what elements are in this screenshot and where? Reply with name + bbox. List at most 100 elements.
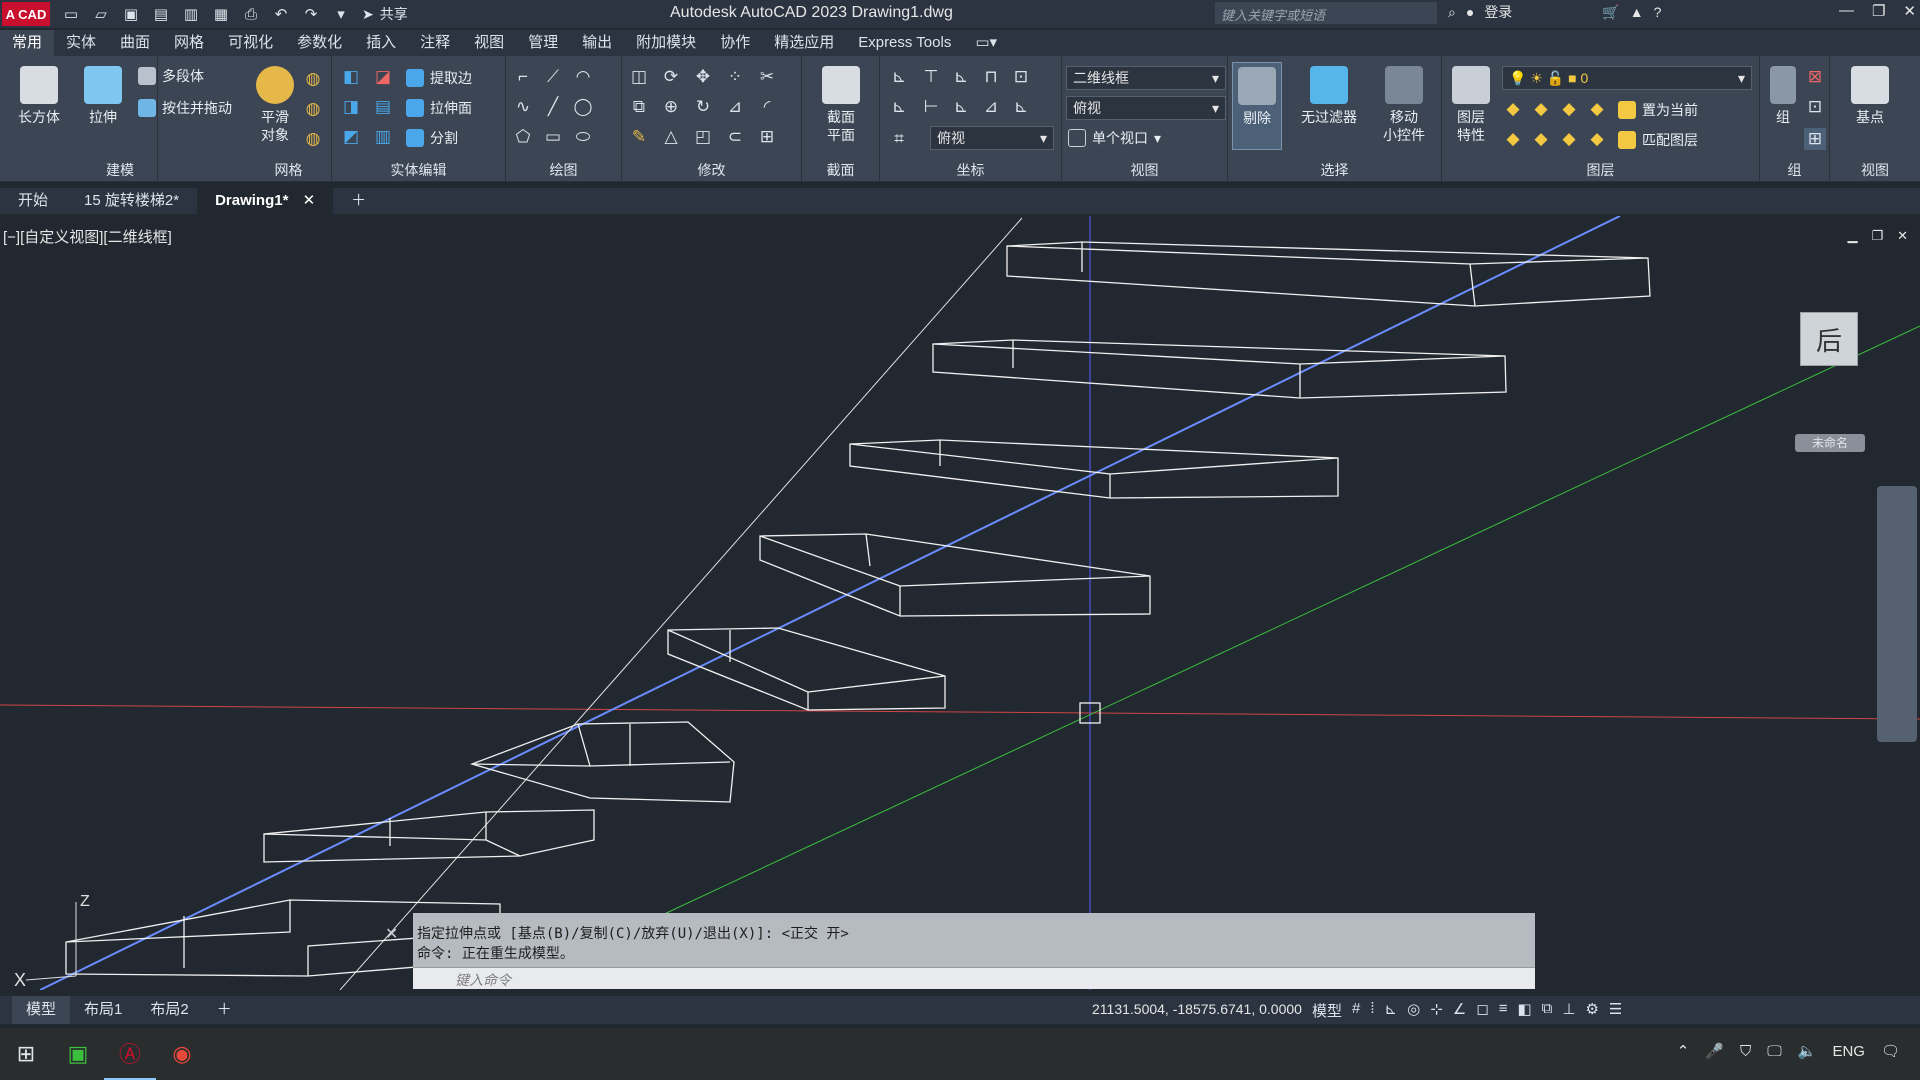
erase-icon[interactable]: ✎ bbox=[628, 126, 650, 148]
trim-icon[interactable]: ✂ bbox=[756, 66, 778, 88]
base-view-button[interactable]: 基点 bbox=[1840, 66, 1900, 126]
box-button[interactable]: 长方体 bbox=[12, 66, 66, 126]
osnap-icon[interactable]: ⊹ bbox=[1430, 1000, 1443, 1021]
mirror-icon[interactable]: ◫ bbox=[628, 66, 650, 88]
close-icon[interactable]: ✕ bbox=[1903, 2, 1916, 20]
3d-align-icon[interactable]: △ bbox=[660, 126, 682, 148]
windows-start-icon[interactable]: ⊞ bbox=[0, 1028, 52, 1080]
panel-title-selection[interactable]: 选择 bbox=[1228, 160, 1441, 180]
customize-dropdown-icon[interactable]: ▾ bbox=[330, 4, 352, 24]
interfere-icon[interactable]: ◪ bbox=[372, 66, 394, 88]
save-icon[interactable]: ▣ bbox=[120, 4, 142, 24]
restore-icon[interactable]: ❐ bbox=[1872, 2, 1885, 20]
rectangle-icon[interactable]: ▭ bbox=[542, 126, 564, 148]
panel-title-coords[interactable]: 坐标 bbox=[880, 160, 1061, 180]
stretch-icon[interactable]: ◰ bbox=[692, 126, 714, 148]
presspull-button[interactable]: 按住并拖动 bbox=[138, 98, 232, 118]
extrude-button[interactable]: 拉伸 bbox=[76, 66, 130, 126]
set-current-button[interactable]: 置为当前 bbox=[1618, 100, 1698, 120]
minimize-icon[interactable]: — bbox=[1839, 2, 1854, 20]
slice-icon[interactable]: ▤ bbox=[372, 96, 394, 118]
intersect-icon[interactable]: ◩ bbox=[340, 126, 362, 148]
ucs-y-icon[interactable]: ⊾ bbox=[950, 96, 972, 118]
file-tab-drawing1[interactable]: Drawing1* ✕ bbox=[197, 188, 334, 214]
ortho-icon[interactable]: ⊾ bbox=[1385, 1000, 1398, 1021]
polysolid-button[interactable]: 多段体 bbox=[138, 66, 204, 86]
circle-icon[interactable]: ◯ bbox=[572, 96, 594, 118]
layer-tool-6-icon[interactable]: ◆ bbox=[1530, 128, 1552, 150]
ellipse-icon[interactable]: ⬭ bbox=[572, 126, 594, 148]
layer-dropdown[interactable]: 💡 ☀ 🔓 ■ 0 ▾ bbox=[1502, 66, 1752, 90]
model-space-button[interactable]: 模型 bbox=[1312, 1000, 1342, 1021]
move-icon[interactable]: ✥ bbox=[692, 66, 714, 88]
layer-tool-2-icon[interactable]: ◆ bbox=[1530, 98, 1552, 120]
ucs-world-icon[interactable]: ⊤ bbox=[920, 66, 942, 88]
mesh-tool-3-icon[interactable]: ◍ bbox=[302, 128, 324, 150]
panel-title-mesh[interactable]: 网格 bbox=[246, 160, 331, 180]
tab-mesh[interactable]: 网格 bbox=[162, 30, 216, 56]
view-dropdown[interactable]: 俯视 ▾ bbox=[1066, 96, 1226, 120]
vp-restore-icon[interactable]: ❐ bbox=[1871, 228, 1883, 244]
tab-express-tools[interactable]: Express Tools bbox=[846, 30, 963, 56]
viewport-controls-label[interactable]: [−][自定义视图][二维线框] bbox=[3, 226, 172, 247]
transparency-icon[interactable]: ◧ bbox=[1517, 1000, 1531, 1021]
navigation-bar[interactable] bbox=[1877, 486, 1917, 742]
new-tab-icon[interactable]: ＋ bbox=[333, 188, 384, 214]
3d-rotate-icon[interactable]: ⟳ bbox=[660, 66, 682, 88]
notification-icon[interactable]: 🗨 bbox=[1881, 1042, 1900, 1060]
mesh-tool-1-icon[interactable]: ◍ bbox=[302, 68, 324, 90]
culling-button[interactable]: 剔除 bbox=[1232, 62, 1282, 150]
tab-addins[interactable]: 附加模块 bbox=[624, 30, 708, 56]
microphone-icon[interactable]: 🎤 bbox=[1705, 1042, 1724, 1060]
subtract-icon[interactable]: ◨ bbox=[340, 96, 362, 118]
add-layout-icon[interactable]: ＋ bbox=[203, 996, 246, 1024]
arc-icon[interactable]: ◠ bbox=[572, 66, 594, 88]
offset-icon[interactable]: ⊂ bbox=[724, 126, 746, 148]
thicken-icon[interactable]: ▥ bbox=[372, 126, 394, 148]
no-filter-button[interactable]: 无过滤器 bbox=[1290, 66, 1368, 126]
polar-icon[interactable]: ◎ bbox=[1407, 1000, 1420, 1021]
camtasia-icon[interactable]: ▣ bbox=[52, 1028, 104, 1080]
ucs-z-icon[interactable]: ⊿ bbox=[980, 96, 1002, 118]
search-icon[interactable]: ⌕ bbox=[1448, 4, 1456, 21]
layout-tab-layout2[interactable]: 布局2 bbox=[136, 996, 202, 1024]
autodesk-icon[interactable]: ▲ bbox=[1630, 4, 1644, 20]
drawing-viewport[interactable]: Z X [−][自定义视图][二维线框] ▁ ❐ ✕ 后 未命名 bbox=[0, 216, 1920, 990]
ucs-view-dropdown[interactable]: 俯视 ▾ bbox=[930, 126, 1054, 150]
tab-surface[interactable]: 曲面 bbox=[108, 30, 162, 56]
wcs-menu[interactable]: 未命名 bbox=[1795, 434, 1865, 452]
viewport-config-button[interactable]: 单个视口 ▾ bbox=[1068, 128, 1161, 148]
line-icon[interactable]: ⌐ bbox=[512, 66, 534, 88]
ucs-face-icon[interactable]: ⊡ bbox=[1010, 66, 1032, 88]
panel-title-view[interactable]: 视图 bbox=[1062, 160, 1227, 180]
copy-icon[interactable]: ⧉ bbox=[628, 96, 650, 118]
ucs-icon-props-icon[interactable]: ⌗ bbox=[888, 128, 910, 150]
panel-title-modify[interactable]: 修改 bbox=[622, 160, 801, 180]
line2-icon[interactable]: ╱ bbox=[542, 96, 564, 118]
export-icon[interactable]: ▦ bbox=[210, 4, 232, 24]
tab-solid[interactable]: 实体 bbox=[54, 30, 108, 56]
layer-properties-button[interactable]: 图层 特性 bbox=[1446, 66, 1496, 144]
layer-tool-5-icon[interactable]: ◆ bbox=[1502, 128, 1524, 150]
user-icon[interactable]: ● bbox=[1466, 4, 1474, 20]
vp-close-icon[interactable]: ✕ bbox=[1897, 228, 1908, 244]
layout-tab-model[interactable]: 模型 bbox=[12, 996, 71, 1024]
save-as-icon[interactable]: ▤ bbox=[150, 4, 172, 24]
spline-icon[interactable]: ∿ bbox=[512, 96, 534, 118]
fillet-icon[interactable]: ◜ bbox=[756, 96, 778, 118]
volume-icon[interactable]: 🔈 bbox=[1798, 1042, 1817, 1060]
group-select-icon[interactable]: ⊞ bbox=[1804, 128, 1826, 150]
layer-tool-8-icon[interactable]: ◆ bbox=[1586, 128, 1608, 150]
panel-title-draw[interactable]: 绘图 bbox=[506, 160, 621, 180]
redo-icon[interactable]: ↷ bbox=[300, 4, 322, 24]
match-layer-button[interactable]: 匹配图层 bbox=[1618, 130, 1698, 150]
file-tab-stair[interactable]: 15 旋转楼梯2* bbox=[66, 188, 197, 214]
polyline-icon[interactable]: ⟋ bbox=[542, 66, 564, 88]
panel-title-layers[interactable]: 图层 bbox=[1442, 160, 1759, 180]
tab-featured-apps[interactable]: 精选应用 bbox=[762, 30, 846, 56]
dynamic-ucs-icon[interactable]: ◻ bbox=[1476, 1000, 1488, 1021]
close-tab-icon[interactable]: ✕ bbox=[303, 192, 316, 209]
section-plane-button[interactable]: 截面 平面 bbox=[816, 66, 866, 144]
new-file-icon[interactable]: ▭ bbox=[60, 4, 82, 24]
network-icon[interactable]: 🖵 bbox=[1767, 1043, 1781, 1060]
